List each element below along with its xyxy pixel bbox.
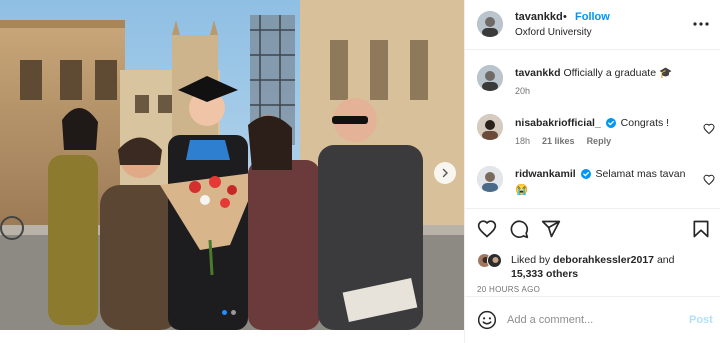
bookmark-icon [693,220,709,238]
caption: tavankkd Officially a graduate 🎓 [515,66,672,80]
author-avatar[interactable] [477,11,503,37]
graduation-photo [0,0,464,330]
save-button[interactable] [691,219,711,239]
liker-avatar [487,253,502,268]
comment-meta: 18h 21 likes Reply [515,136,611,146]
share-button[interactable] [541,219,561,239]
profile-photo-icon [477,166,503,192]
emoji-picker-button[interactable] [477,310,497,330]
heart-icon [703,174,715,186]
comment-like-button[interactable] [703,122,715,135]
send-icon [541,220,561,238]
comment-emoji-line: 😭 [515,183,528,197]
liked-by-avatars[interactable] [477,253,507,269]
heart-icon [703,123,715,135]
liked-by-text: Liked by deborahkessler2017 and 15,333 o… [511,253,674,281]
instagram-post: tavankkd • Follow Oxford University tava… [0,0,720,343]
comment-username[interactable]: ridwankamil [515,168,576,180]
author-username[interactable]: tavankkd [515,11,563,23]
chevron-right-icon [442,168,448,178]
comment-text: Selamat mas tavan [595,168,686,180]
more-options-button[interactable] [691,14,711,34]
profile-photo-icon [488,254,501,267]
comment-like-button[interactable] [703,173,715,186]
post-header: tavankkd • Follow Oxford University [465,0,720,50]
emoji-icon [477,310,497,330]
liked-by-conjunction: and [656,254,675,266]
comment-username[interactable]: nisabakriofficial_ [515,117,601,129]
comment-likes[interactable]: 21 likes [542,136,575,146]
add-comment-bar: Post [465,296,720,343]
follow-button[interactable]: Follow [575,11,610,23]
more-horizontal-icon [693,22,709,26]
post-actions: Liked by deborahkessler2017 and 15,333 o… [465,208,720,296]
post-timestamp[interactable]: 20 HOURS AGO [477,285,540,294]
like-button[interactable] [477,219,497,239]
profile-photo-icon [477,65,503,91]
comment-icon [510,220,529,239]
liked-by-others[interactable]: 15,333 others [511,268,578,280]
comment: nisabakriofficial_ Congrats ! [515,116,669,130]
graduation-cap-emoji: 🎓 [658,67,673,79]
comments-list: tavankkd Officially a graduate 🎓 20h nis… [465,50,720,208]
comment-input[interactable] [507,310,677,330]
verified-badge-icon [605,118,616,128]
caption-author-avatar[interactable] [477,65,503,91]
crying-emoji: 😭 [515,184,529,196]
caption-username[interactable]: tavankkd [515,67,561,79]
comment-button[interactable] [509,219,529,239]
comment-text: Congrats ! [620,117,670,129]
carousel-dot-1 [222,310,227,315]
liked-by-prefix: Liked by [511,254,551,266]
reply-button[interactable]: Reply [587,136,612,146]
header-separator: • [563,11,567,23]
comment: ridwankamil Selamat mas tavan [515,167,685,181]
caption-text: Officially a graduate [563,67,657,79]
profile-photo-icon [477,11,503,37]
heart-icon [477,220,497,238]
caption-meta: 20h [515,86,530,96]
profile-photo-icon [477,114,503,140]
liked-by-user[interactable]: deborahkessler2017 [553,254,654,266]
post-photo[interactable] [0,0,464,330]
carousel-dot-2 [231,310,236,315]
carousel-indicator [222,310,236,315]
post-details-panel: tavankkd • Follow Oxford University tava… [464,0,720,343]
commenter-avatar[interactable] [477,114,503,140]
comment-time[interactable]: 18h [515,136,530,146]
post-comment-button[interactable]: Post [689,314,713,326]
carousel-next-button[interactable] [434,162,456,184]
post-location[interactable]: Oxford University [515,27,592,38]
verified-badge-icon [580,169,591,179]
caption-time[interactable]: 20h [515,86,530,96]
commenter-avatar[interactable] [477,166,503,192]
